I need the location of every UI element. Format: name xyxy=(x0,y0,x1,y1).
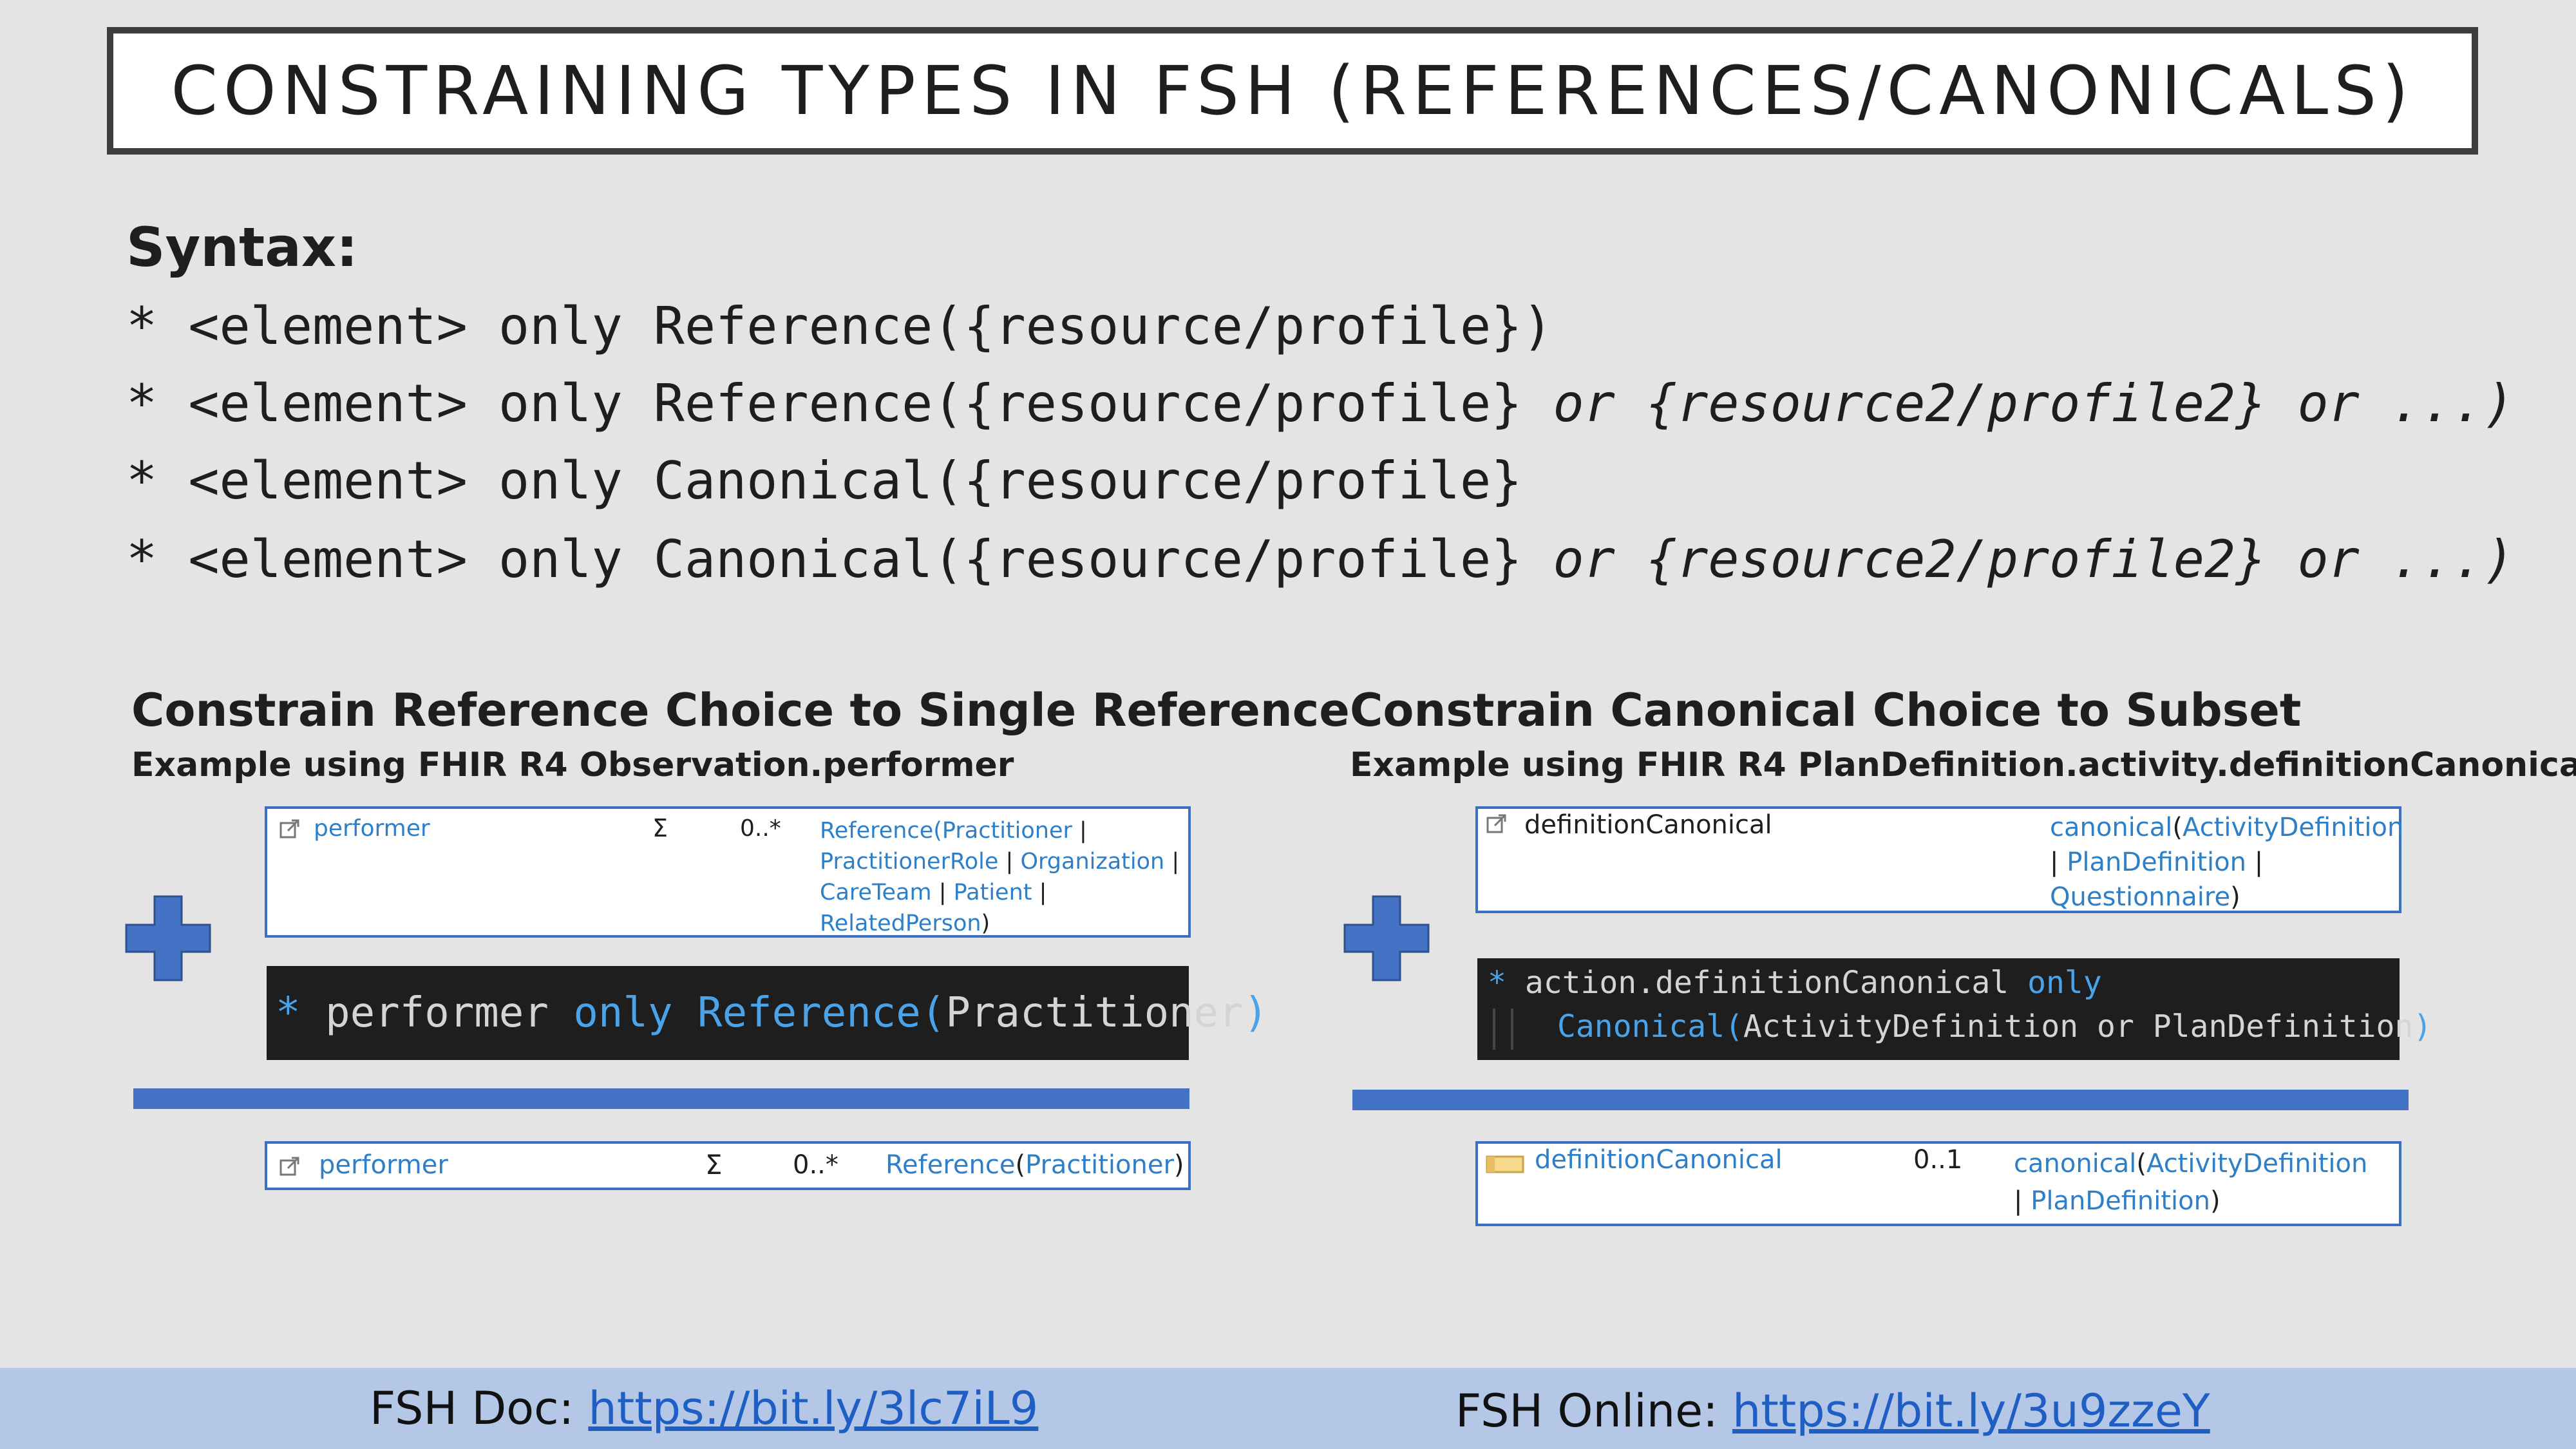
right-after-panel: definitionCanonical 0..1 canonical(Activ… xyxy=(1475,1141,2401,1226)
syntax-line-2: * <element> only Reference({resource/pro… xyxy=(126,374,2515,433)
code-reference: Reference( xyxy=(697,989,946,1037)
code-star: * xyxy=(276,989,301,1037)
syntax-line-3-text: * <element> only Canonical({resource/pro… xyxy=(126,451,1522,511)
type-practitioner[interactable]: Practitioner xyxy=(942,818,1072,844)
syntax-line-1-text: * <element> only Reference({resource/pro… xyxy=(126,296,1553,356)
type-list: Reference(Practitioner) xyxy=(886,1150,1184,1180)
external-link-icon xyxy=(1486,814,1506,833)
right-divider-bar xyxy=(1352,1090,2409,1110)
left-heading: Constrain Reference Choice to Single Ref… xyxy=(131,684,1350,737)
type-practitioner[interactable]: Practitioner xyxy=(1025,1150,1174,1180)
type-close: ) xyxy=(2210,1186,2221,1216)
code-line-2: Canonical(ActivityDefinition or PlanDefi… xyxy=(1557,1009,2432,1045)
cardinality: 0..* xyxy=(793,1150,838,1180)
code-path: action.definitionCanonical xyxy=(1524,965,2009,1001)
type-patient[interactable]: Patient xyxy=(954,880,1032,905)
type-sep: | xyxy=(1032,880,1047,905)
type-list: canonical(ActivityDefinition | PlanDefin… xyxy=(2050,810,2403,914)
plus-icon xyxy=(125,895,211,981)
type-sep: | xyxy=(998,849,1021,875)
footer-left-label: FSH Doc: xyxy=(370,1382,589,1435)
right-heading: Constrain Canonical Choice to Subset xyxy=(1350,684,2302,737)
code-star: * xyxy=(1488,965,1506,1001)
type-questionnaire[interactable]: Questionnaire xyxy=(2050,882,2230,912)
sigma-symbol: Σ xyxy=(705,1149,723,1180)
element-name[interactable]: definitionCanonical xyxy=(1535,1145,1783,1175)
left-after-panel: performer Σ 0..* Reference(Practitioner) xyxy=(265,1141,1191,1190)
left-subheading: Example using FHIR R4 Observation.perfor… xyxy=(131,746,1014,784)
fsh-online-link[interactable]: https://bit.ly/3u9zzeY xyxy=(1732,1385,2210,1437)
cardinality: 0..1 xyxy=(1913,1145,1963,1175)
footer-right-label: FSH Online: xyxy=(1455,1385,1732,1437)
type-reference[interactable]: Reference xyxy=(886,1150,1015,1180)
type-sep: | xyxy=(2014,1186,2031,1216)
element-icon xyxy=(1486,1155,1524,1173)
code-close: ) xyxy=(1243,989,1269,1037)
type-open: ( xyxy=(1015,1150,1026,1180)
plus-icon xyxy=(1343,895,1430,981)
type-open: ( xyxy=(2172,813,2183,842)
left-divider-bar xyxy=(133,1088,1189,1109)
fsh-doc-link[interactable]: https://bit.ly/3lc7iL9 xyxy=(588,1382,1038,1435)
right-before-panel: definitionCanonical canonical(ActivityDe… xyxy=(1475,806,2403,914)
right-code-block: * action.definitionCanonical only Canoni… xyxy=(1477,958,2432,1060)
type-careteam[interactable]: CareTeam xyxy=(820,880,932,905)
external-link-icon xyxy=(279,819,299,838)
syntax-line-3: * <element> only Canonical({resource/pro… xyxy=(126,451,1522,511)
footer-left: FSH Doc: https://bit.ly/3lc7iL9 xyxy=(370,1382,1038,1435)
type-sep: | xyxy=(2246,848,2264,877)
type-activitydefinition[interactable]: ActivityDefinition xyxy=(2183,813,2403,842)
type-plandefinition[interactable]: PlanDefinition xyxy=(2031,1186,2210,1216)
type-plandefinition[interactable]: PlanDefinition xyxy=(2067,848,2246,877)
indent-guide xyxy=(1511,1009,1513,1050)
type-list: Reference(Practitioner | PractitionerRol… xyxy=(820,815,1179,939)
sigma-symbol: Σ xyxy=(652,814,668,842)
element-name[interactable]: performer xyxy=(314,815,430,842)
syntax-line-1: * <element> only Reference({resource/pro… xyxy=(126,296,1553,356)
type-canonical[interactable]: canonical xyxy=(2014,1149,2136,1179)
left-code-block: * performer only Reference(Practitioner) xyxy=(267,966,1268,1060)
type-sep: | xyxy=(1164,849,1180,875)
type-close: ) xyxy=(1173,1150,1184,1180)
code-line-1: * action.definitionCanonical only xyxy=(1488,965,2102,1001)
left-before-panel: performer Σ 0..* Reference(Practitioner … xyxy=(265,806,1191,938)
code-close: ) xyxy=(2413,1009,2432,1045)
type-organization[interactable]: Organization xyxy=(1020,849,1164,875)
right-subheading: Example using FHIR R4 PlanDefinition.act… xyxy=(1350,746,2576,784)
type-activitydefinition[interactable]: ActivityDefinition xyxy=(2146,1149,2367,1179)
type-sep: | xyxy=(1072,818,1087,844)
cardinality: 0..* xyxy=(740,815,781,842)
footer-right: FSH Online: https://bit.ly/3u9zzeY xyxy=(1455,1385,2210,1437)
type-open: ( xyxy=(2136,1149,2147,1179)
element-name: definitionCanonical xyxy=(1524,810,1772,840)
syntax-heading: Syntax: xyxy=(126,216,358,279)
type-sep: | xyxy=(2050,848,2067,877)
code-path: performer xyxy=(325,989,549,1037)
type-close: ) xyxy=(981,911,990,936)
syntax-line-2-italic: or {resource2/profile2} or ...) xyxy=(1553,374,2515,433)
indent-guide xyxy=(1493,1009,1495,1050)
code-keyword: only xyxy=(573,989,673,1037)
type-canonical[interactable]: canonical xyxy=(2050,813,2172,842)
syntax-line-4: * <element> only Canonical({resource/pro… xyxy=(126,529,2515,589)
slide-title: CONSTRAINING TYPES IN FSH (REFERENCES/CA… xyxy=(171,52,2414,130)
element-name[interactable]: performer xyxy=(319,1150,448,1180)
syntax-line-4-italic: or {resource2/profile2} or ...) xyxy=(1553,529,2515,589)
title-box: CONSTRAINING TYPES IN FSH (REFERENCES/CA… xyxy=(107,27,2478,155)
code-targets: ActivityDefinition or PlanDefinition xyxy=(1743,1009,2414,1045)
type-close: ) xyxy=(2230,882,2240,912)
type-reference[interactable]: Reference( xyxy=(820,818,942,844)
external-link-icon xyxy=(279,1157,299,1176)
type-sep: | xyxy=(931,880,954,905)
code-target: Practitioner xyxy=(945,989,1244,1037)
syntax-line-2-text: * <element> only Reference({resource/pro… xyxy=(126,374,1553,433)
type-list: canonical(ActivityDefinition | PlanDefin… xyxy=(2014,1145,2367,1220)
code-keyword: only xyxy=(2027,965,2102,1001)
syntax-line-4-text: * <element> only Canonical({resource/pro… xyxy=(126,529,1553,589)
code-canonical: Canonical( xyxy=(1557,1009,1743,1045)
type-relatedperson[interactable]: RelatedPerson xyxy=(820,911,981,936)
type-practitionerrole[interactable]: PractitionerRole xyxy=(820,849,998,875)
